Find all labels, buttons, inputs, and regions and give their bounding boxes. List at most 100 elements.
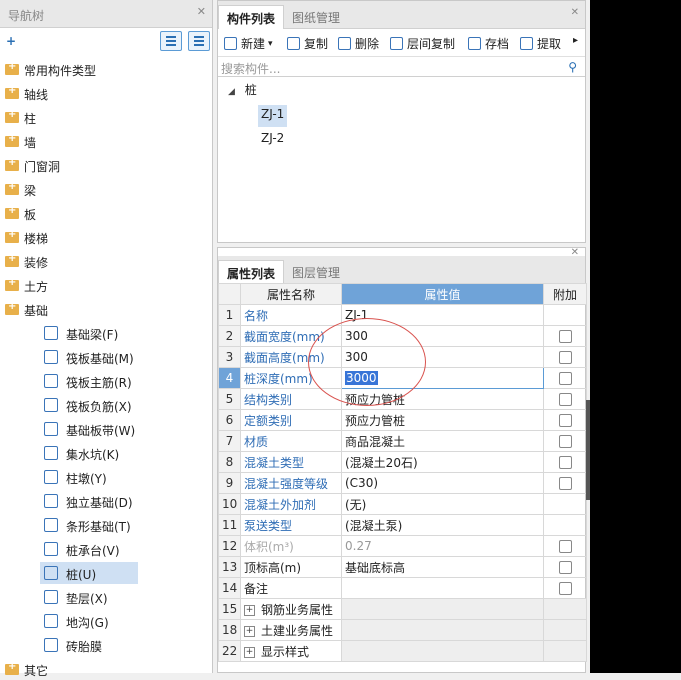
table-row[interactable]: 13 顶标高(m) 基础底标高: [218, 556, 587, 578]
sub-item-sump[interactable]: 集水坑(K): [40, 442, 138, 464]
nav-item[interactable]: 装修: [0, 250, 212, 272]
pile-cap-icon: [44, 542, 58, 556]
table-row[interactable]: 1 名称 ZJ-1: [218, 304, 587, 326]
rebar-icon: [44, 398, 58, 412]
nav-item[interactable]: 梁: [0, 178, 212, 200]
table-row[interactable]: 6 定额类别 预应力管桩: [218, 409, 587, 431]
table-row[interactable]: 8 混凝土类型 (混凝土20石): [218, 451, 587, 473]
comp-toolbar: 新建 ▾ 复制 删除 层间复制 存档 提取 ▸: [218, 29, 585, 57]
component-search[interactable]: 搜索构件... ⚲: [218, 57, 585, 77]
sub-item-trench[interactable]: 地沟(G): [40, 610, 138, 632]
search-icon[interactable]: ⚲: [568, 60, 577, 74]
tab-component-list[interactable]: 构件列表: [218, 5, 285, 29]
sub-item-strip-footing[interactable]: 条形基础(T): [40, 514, 138, 536]
checkbox[interactable]: [558, 351, 572, 364]
table-row[interactable]: 12 体积(m³) 0.27: [218, 535, 587, 557]
raft-icon: [44, 350, 58, 364]
nav-item[interactable]: 板: [0, 202, 212, 224]
checkbox[interactable]: [558, 456, 572, 469]
extract-button[interactable]: 提取: [520, 35, 561, 52]
floor-copy-button[interactable]: 层间复制: [390, 35, 455, 52]
col-header-name: 属性名称: [240, 283, 342, 305]
table-row[interactable]: 9 混凝土强度等级 (C30): [218, 472, 587, 494]
table-row[interactable]: 2 截面宽度(mm) 300: [218, 325, 587, 347]
sub-item-raft-neg-rebar[interactable]: 筏板负筋(X): [40, 394, 138, 416]
folder-icon: [5, 277, 19, 291]
checkbox[interactable]: [558, 582, 572, 595]
nav-item[interactable]: 楼梯: [0, 226, 212, 248]
table-row[interactable]: 14 备注: [218, 577, 587, 599]
tree-root[interactable]: ◢ 桩: [228, 81, 257, 103]
sub-item-foundation-beam[interactable]: 基础梁(F): [40, 322, 138, 344]
folder-icon: [5, 253, 19, 267]
nav-item[interactable]: 门窗洞: [0, 154, 212, 176]
table-row[interactable]: 5 结构类别 预应力管桩: [218, 388, 587, 410]
collapse-icon[interactable]: ◢: [228, 87, 235, 97]
new-button[interactable]: 新建 ▾: [224, 35, 273, 52]
floor-copy-icon: [390, 37, 403, 50]
checkbox[interactable]: [558, 477, 572, 490]
sub-item-brick-membrane[interactable]: 砖胎膜: [40, 634, 138, 656]
component-list-panel: 构件列表 图纸管理 ✕ 新建 ▾ 复制 删除 层间复制 存档 提取 ▸ 搜索构件.…: [217, 0, 586, 243]
expand-icon[interactable]: +: [244, 646, 255, 658]
tree-item[interactable]: ZJ-2: [261, 131, 284, 153]
nav-toolbar: +: [0, 28, 212, 54]
trench-icon: [44, 614, 58, 628]
archive-button[interactable]: 存档: [468, 35, 509, 52]
table-row-group[interactable]: 15 + 钢筋业务属性: [218, 598, 587, 620]
tab-property-list[interactable]: 属性列表: [218, 260, 285, 284]
table-row-group[interactable]: 18 + 土建业务属性: [218, 619, 587, 641]
tab-drawing-management[interactable]: 图纸管理: [284, 5, 348, 29]
checkbox[interactable]: [558, 330, 572, 343]
sub-item-raft[interactable]: 筏板基础(M): [40, 346, 138, 368]
close-icon[interactable]: ✕: [197, 5, 206, 18]
search-input[interactable]: 搜索构件...: [221, 60, 280, 77]
col-header-extra: 附加: [543, 283, 587, 305]
more-icon[interactable]: ▸: [573, 35, 578, 46]
checkbox[interactable]: [558, 540, 572, 553]
sub-item-raft-main-rebar[interactable]: 筏板主筋(R): [40, 370, 138, 392]
delete-button[interactable]: 删除: [338, 35, 379, 52]
detail-view-icon[interactable]: [188, 31, 210, 51]
checkbox[interactable]: [558, 414, 572, 427]
checkbox[interactable]: [558, 561, 572, 574]
nav-item[interactable]: 基础: [0, 298, 212, 320]
sub-item-pile[interactable]: 桩(U): [40, 562, 138, 584]
expand-icon[interactable]: +: [244, 625, 255, 637]
nav-item[interactable]: 土方: [0, 274, 212, 296]
pile-depth-input[interactable]: 3000: [341, 367, 544, 389]
copy-button[interactable]: 复制: [287, 35, 328, 52]
col-header-value: 属性值: [341, 283, 544, 305]
table-row-selected[interactable]: 4 桩深度(mm) 3000: [218, 367, 587, 389]
tree-item-selected[interactable]: ZJ-1: [258, 105, 288, 127]
sub-item-pier[interactable]: 柱墩(Y): [40, 466, 138, 488]
add-icon[interactable]: +: [6, 34, 16, 48]
sub-item-cushion[interactable]: 垫层(X): [40, 586, 138, 608]
close-icon[interactable]: ✕: [571, 247, 579, 258]
table-row-group[interactable]: 22 + 显示样式: [218, 640, 587, 662]
close-icon[interactable]: ✕: [571, 7, 579, 18]
nav-item[interactable]: 其它: [0, 658, 212, 680]
sub-item-isolated-footing[interactable]: 独立基础(D): [40, 490, 138, 512]
footing-icon: [44, 494, 58, 508]
checkbox[interactable]: [558, 393, 572, 406]
nav-item[interactable]: 轴线: [0, 82, 212, 104]
table-row[interactable]: 7 材质 商品混凝土: [218, 430, 587, 452]
sub-item-slab-strip[interactable]: 基础板带(W): [40, 418, 138, 440]
strip-icon: [44, 422, 58, 436]
prop-tabs: 属性列表 图层管理: [218, 256, 585, 284]
nav-item[interactable]: 柱: [0, 106, 212, 128]
table-row[interactable]: 3 截面高度(mm) 300: [218, 346, 587, 368]
expand-icon[interactable]: +: [244, 604, 255, 616]
table-row[interactable]: 11 泵送类型 (混凝土泵): [218, 514, 587, 536]
nav-item[interactable]: 常用构件类型: [0, 58, 212, 80]
folder-icon: [5, 157, 19, 171]
nav-item[interactable]: 墙: [0, 130, 212, 152]
checkbox[interactable]: [558, 372, 572, 385]
checkbox[interactable]: [558, 435, 572, 448]
table-row[interactable]: 10 混凝土外加剂 (无): [218, 493, 587, 515]
sub-item-pile-cap[interactable]: 桩承台(V): [40, 538, 138, 560]
tab-layer-management[interactable]: 图层管理: [284, 260, 348, 284]
folder-icon: [5, 85, 19, 99]
list-view-icon[interactable]: [160, 31, 182, 51]
